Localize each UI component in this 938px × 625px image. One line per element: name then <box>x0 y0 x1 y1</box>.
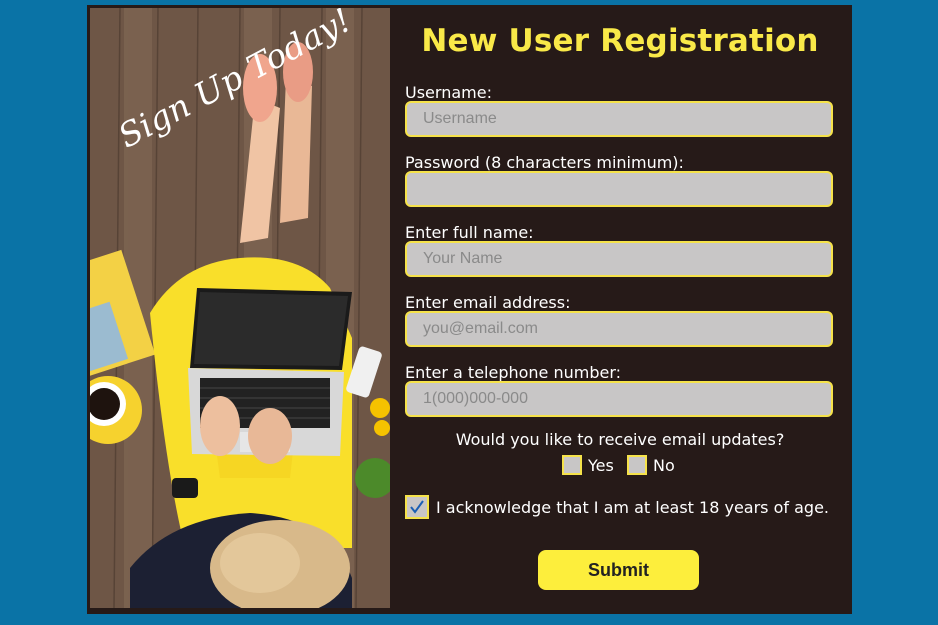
registration-card: Sign Up Today! New User Registration Use… <box>87 5 852 614</box>
updates-yes-checkbox[interactable] <box>562 455 582 475</box>
username-label: Username: <box>405 83 492 102</box>
age-acknowledgement-checkbox[interactable] <box>405 495 429 519</box>
registration-form: New User Registration Username: Password… <box>405 5 835 614</box>
checkmark-icon <box>410 500 424 514</box>
updates-yes-label: Yes <box>588 455 614 475</box>
password-input[interactable] <box>405 171 833 207</box>
full-name-input[interactable] <box>405 241 833 277</box>
password-label: Password (8 characters minimum): <box>405 153 684 172</box>
full-name-label: Enter full name: <box>405 223 534 242</box>
email-updates-question: Would you like to receive email updates? <box>455 430 785 449</box>
updates-no-option[interactable]: No <box>627 455 675 475</box>
woman-with-laptop-image: Sign Up Today! <box>90 8 390 608</box>
username-input[interactable] <box>405 101 833 137</box>
updates-no-label: No <box>653 455 675 475</box>
page-title: New User Registration <box>421 23 819 59</box>
email-input[interactable] <box>405 311 833 347</box>
age-acknowledgement-label: I acknowledge that I am at least 18 year… <box>436 497 829 517</box>
updates-yes-option[interactable]: Yes <box>562 455 614 475</box>
telephone-label: Enter a telephone number: <box>405 363 622 382</box>
hero-photo: Sign Up Today! <box>90 8 390 608</box>
age-acknowledgement[interactable]: I acknowledge that I am at least 18 year… <box>405 495 829 519</box>
telephone-input[interactable] <box>405 381 833 417</box>
email-label: Enter email address: <box>405 293 571 312</box>
submit-button[interactable]: Submit <box>538 550 699 590</box>
updates-no-checkbox[interactable] <box>627 455 647 475</box>
